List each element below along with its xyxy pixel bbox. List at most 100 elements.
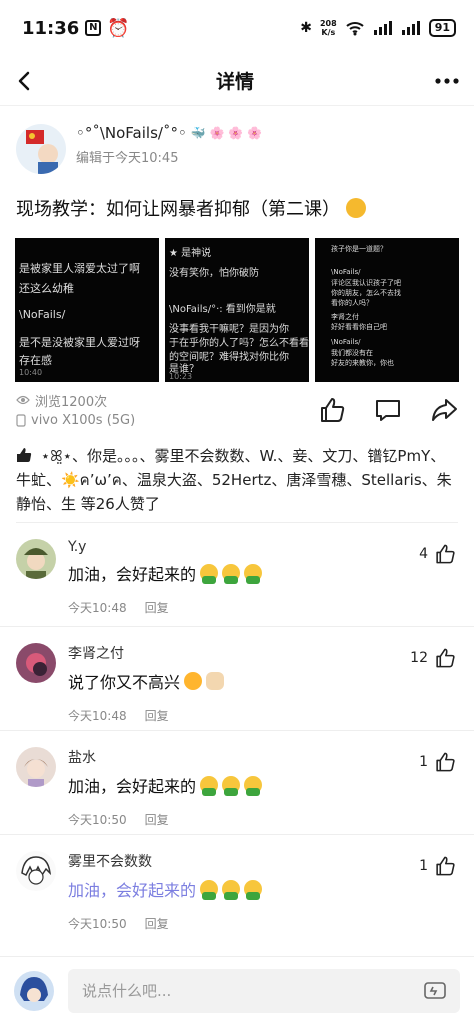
signal-icon-2 [401,21,420,35]
comment-text-row: 说了你又不高兴 [68,669,458,693]
post-author: ◦°˚\NoFails/˚°◦ 🐳 🌸 🌸 🌸 编辑于今天10:45 [0,106,474,188]
hug-emoji-icon [244,880,263,900]
post-images: 是被家里人溺爱太过了啊 还这么幼稚 \NoFails/ 是不是没被家里人爱过呀 … [0,238,474,382]
likes-text[interactable]: ⋆ꕤ̤⋆、你是。。。、雾里不会数数、W.、妾、文刀、镨钇PmY、牛虻、☀️ค’ω… [16,447,452,513]
comment-like-count: 4 [419,546,428,562]
comment-input-placeholder: 说点什么吧... [82,982,172,1000]
image-text: 李肾之付 [331,313,359,321]
commenter-name[interactable]: 雾里不会数数 [68,851,458,871]
status-bar: 11:36 N ⏰ ✱ 208 K/s 91 [0,0,474,56]
views-row: 浏览1200次 [16,390,135,410]
views-count: 浏览1200次 [35,394,108,410]
my-avatar [14,970,54,1011]
comment-like[interactable]: 12 [410,647,456,669]
reply-button[interactable]: 回复 [145,811,169,828]
comment-body: 雾里不会数数 加油，会好起来的 今天10:50 回复 [68,851,458,939]
thumbs-up-icon [436,856,455,876]
image-text: 孩子你是一道题？ [331,245,387,253]
commenter-avatar[interactable] [16,747,56,787]
post-actions [318,396,458,424]
comment-input-bar: 说点什么吧... [0,956,474,1024]
hug-emoji-icon [244,564,263,584]
device-row: vivo X100s (5G) [16,410,135,430]
image-text: 看你的人吗？ [331,299,373,307]
edit-time: 编辑于今天10:45 [76,151,179,166]
author-avatar[interactable] [16,124,66,174]
comment-footer: 今天10:48 回复 [68,599,458,616]
comment-text: 说了你又不高兴 [68,673,181,692]
post-content: 现场教学：如何让网暴者抑郁（第二课） [0,188,474,228]
comment-like-count: 12 [410,650,428,666]
image-text: 好友的来教你，你也 [331,359,394,367]
commenter-avatar[interactable] [16,851,56,891]
image-text: 于在乎你的人了吗？怎么不看看 [169,338,309,349]
comment-button-icon[interactable] [374,396,402,424]
comment-body: Y.y 加油，会好起来的 今天10:48 回复 [68,539,458,626]
hug-emoji-icon [200,880,219,900]
share-button-icon[interactable] [430,396,458,424]
battery-indicator: 91 [428,19,456,37]
device-name: vivo X100s (5G) [31,412,136,428]
comment-input[interactable]: 说点什么吧... [68,968,460,1013]
post-image-3[interactable]: 孩子你是一道题？ \NoFails/ 评论区我认识孩子了吧 你的朋友，怎么不去找… [315,238,459,382]
image-text: \NoFails/ [331,268,361,276]
reply-button[interactable]: 回复 [145,915,169,932]
image-text: 你的朋友，怎么不去找 [331,289,401,297]
author-name[interactable]: ◦°˚\NoFails/˚°◦ [76,124,187,142]
commenter-name[interactable]: Y.y [68,539,458,555]
comment-body: 盐水 加油，会好起来的 今天10:50 回复 [68,747,458,834]
laughing-emoji-icon [184,672,203,690]
emoji-keyboard-icon[interactable] [424,981,446,1001]
image-text: 10:23 [169,372,193,381]
wifi-icon [346,22,364,36]
network-speed: 208 K/s [320,19,337,37]
hug-emoji-icon [222,564,241,584]
commenter-name[interactable]: 盐水 [68,747,458,767]
post-image-1[interactable]: 是被家里人溺爱太过了啊 还这么幼稚 \NoFails/ 是不是没被家里人爱过呀 … [15,238,159,382]
reply-button[interactable]: 回复 [145,707,169,724]
image-text: ★ 是神说 [169,248,212,259]
ok-hand-emoji-icon [206,672,225,690]
comment-like[interactable]: 1 [419,855,456,877]
phone-icon [16,413,26,427]
more-icon[interactable] [434,76,460,86]
post-meta: 浏览1200次 vivo X100s (5G) [0,382,474,428]
hug-emoji-icon [200,776,219,796]
post-image-2[interactable]: ★ 是神说 没有笑你，怕你破防 \NoFails/°·: 看到你是就 没事看我干… [165,238,309,382]
author-name-row: ◦°˚\NoFails/˚°◦ 🐳 🌸 🌸 🌸 [76,124,262,142]
back-icon[interactable] [14,70,36,92]
thumbs-up-icon [436,752,455,772]
image-text: 10:40 [19,368,43,377]
comment-footer: 今天10:48 回复 [68,707,458,724]
image-text: \NoFails/ [331,338,361,346]
comment-item: Y.y 加油，会好起来的 今天10:48 回复 4 [0,523,474,627]
comment-time: 今天10:48 [68,709,127,723]
commenter-name[interactable]: 李肾之付 [68,643,458,663]
commenter-avatar[interactable] [16,643,56,683]
comment-text: 加油，会好起来的 [68,565,197,584]
hug-emoji-icon [200,564,219,584]
comment-body: 李肾之付 说了你又不高兴 今天10:48 回复 [68,643,458,730]
image-text: 还这么幼稚 [19,282,74,295]
status-time: 11:36 [22,17,80,39]
likes-list: ⋆ꕤ̤⋆、你是。。。、雾里不会数数、W.、妾、文刀、镨钇PmY、牛虻、☀️ค’ω… [0,428,474,513]
reply-button[interactable]: 回复 [145,599,169,616]
comment-like[interactable]: 4 [419,543,456,565]
image-text: 没事看我干嘛呢？是因为你 [169,324,289,335]
status-left: 11:36 N ⏰ [22,18,130,39]
bluetooth-icon: ✱ [300,20,312,36]
comment-item: 李肾之付 说了你又不高兴 今天10:48 回复 12 [0,627,474,731]
image-text: \NoFails/ [19,308,66,321]
comment-text: 加油，会好起来的 [68,777,197,796]
post-stats: 浏览1200次 vivo X100s (5G) [16,390,135,430]
image-text: 是被家里人溺爱太过了啊 [19,262,140,275]
alarm-icon: ⏰ [107,17,130,39]
comment-like-count: 1 [419,858,428,874]
thumbs-up-icon [436,544,455,564]
comment-text-row: 加油，会好起来的 [68,877,458,901]
like-button-icon[interactable] [318,396,346,424]
hug-emoji-icon [222,880,241,900]
speed-value: 208 [319,19,337,28]
commenter-avatar[interactable] [16,539,56,579]
comment-like[interactable]: 1 [419,751,456,773]
